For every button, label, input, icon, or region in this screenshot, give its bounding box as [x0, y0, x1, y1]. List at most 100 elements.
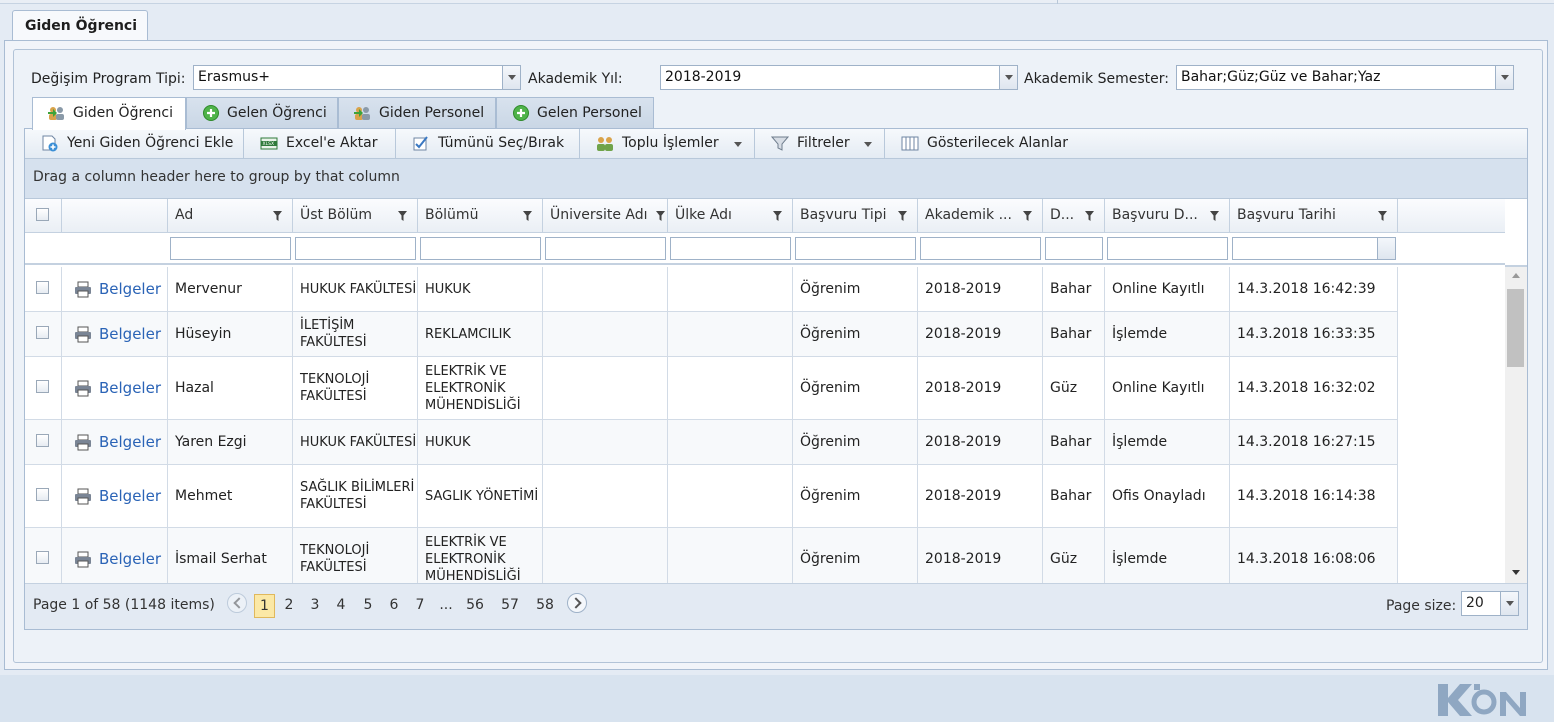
- chevron-down-icon[interactable]: [1377, 238, 1395, 259]
- filter-icon[interactable]: [1210, 211, 1219, 221]
- documents-link[interactable]: Belgeler: [68, 433, 161, 451]
- column-header-ulke[interactable]: Ülke Adı: [668, 199, 793, 233]
- chevron-down-icon[interactable]: [502, 66, 520, 89]
- scroll-up-icon[interactable]: [1512, 273, 1520, 278]
- column-header-ust-bolum[interactable]: Üst Bölüm: [293, 199, 418, 233]
- column-header-akademik[interactable]: Akademik ...: [918, 199, 1043, 233]
- cell-universite: [543, 528, 668, 583]
- page-ellipsis[interactable]: ...: [435, 594, 457, 618]
- filter-icon[interactable]: [656, 211, 665, 221]
- cell-akademik: 2018-2019: [918, 267, 1043, 311]
- table-row[interactable]: Belgeler Hazal TEKNOLOJİ FAKÜLTESİ ELEKT…: [25, 357, 1398, 420]
- page-button[interactable]: 6: [385, 594, 403, 618]
- column-header-basvuru-durumu[interactable]: Başvuru D...: [1105, 199, 1230, 233]
- academic-semester-combo[interactable]: Bahar;Güz;Güz ve Bahar;Yaz: [1176, 65, 1514, 90]
- checkbox[interactable]: [36, 551, 49, 564]
- export-excel-button[interactable]: XLSX Excel'e Aktar: [244, 129, 396, 158]
- page-button[interactable]: 57: [497, 594, 523, 618]
- filter-icon[interactable]: [773, 211, 782, 221]
- visible-columns-button[interactable]: Gösterilecek Alanlar: [885, 129, 1085, 158]
- filters-button[interactable]: Filtreler: [755, 129, 885, 158]
- table-row[interactable]: Belgeler Mehmet SAĞLIK BİLİMLERİ FAKÜLTE…: [25, 465, 1398, 528]
- cell-akademik: 2018-2019: [918, 312, 1043, 356]
- checkbox[interactable]: [36, 281, 49, 294]
- filter-input[interactable]: [795, 237, 916, 260]
- page-size-combo[interactable]: 20: [1461, 591, 1519, 616]
- column-header-basvuru-tarihi[interactable]: Başvuru Tarihi: [1230, 199, 1398, 233]
- filter-icon[interactable]: [523, 211, 532, 221]
- table-row[interactable]: Belgeler Mervenur HUKUK FAKÜLTESİ HUKUK …: [25, 267, 1398, 312]
- filter-input[interactable]: [545, 237, 666, 260]
- chevron-down-icon: [734, 142, 742, 147]
- table-row[interactable]: Belgeler Yaren Ezgi HUKUK FAKÜLTESİ HUKU…: [25, 420, 1398, 465]
- cell-ad: İsmail Serhat: [168, 528, 293, 583]
- filter-input[interactable]: [1045, 237, 1103, 260]
- page-button[interactable]: 3: [306, 594, 324, 618]
- filter-input[interactable]: [670, 237, 791, 260]
- checkbox[interactable]: [36, 380, 49, 393]
- column-header-universite[interactable]: Üniversite Adı: [543, 199, 668, 233]
- filter-icon[interactable]: [898, 211, 907, 221]
- add-circle-icon: [513, 105, 529, 121]
- documents-link[interactable]: Belgeler: [68, 280, 161, 298]
- page-button[interactable]: 2: [280, 594, 298, 618]
- filter-input[interactable]: [170, 237, 291, 260]
- header-scroll-spacer: [1505, 199, 1527, 267]
- select-all-button[interactable]: Tümünü Seç/Bırak: [396, 129, 580, 158]
- column-header-ad[interactable]: Ad: [168, 199, 293, 233]
- main-tab-giden-ogrenci[interactable]: Giden Öğrenci: [12, 10, 148, 44]
- scroll-down-icon[interactable]: [1512, 570, 1520, 575]
- bulk-actions-button[interactable]: Toplu İşlemler: [580, 129, 755, 158]
- filter-date-input[interactable]: [1232, 237, 1396, 260]
- filter-icon[interactable]: [273, 211, 282, 221]
- filter-icon[interactable]: [1023, 211, 1032, 221]
- column-header-label: D...: [1050, 207, 1075, 223]
- cell-universite: [543, 465, 668, 527]
- page-button[interactable]: 7: [411, 594, 429, 618]
- group-by-panel[interactable]: Drag a column header here to group by th…: [25, 159, 1527, 199]
- select-all-header[interactable]: [25, 199, 62, 233]
- page-button[interactable]: 58: [532, 594, 558, 618]
- printer-icon: [75, 551, 91, 567]
- filter-icon[interactable]: [1085, 211, 1094, 221]
- tab-gelen-ogrenci[interactable]: Gelen Öğrenci: [186, 97, 338, 129]
- academic-year-combo[interactable]: 2018-2019: [660, 65, 1018, 90]
- cell-bolumu: REKLAMCILIK: [418, 312, 543, 356]
- prev-page-icon[interactable]: [227, 593, 247, 613]
- filter-input[interactable]: [1107, 237, 1228, 260]
- documents-link[interactable]: Belgeler: [68, 379, 161, 397]
- tab-giden-ogrenci[interactable]: Giden Öğrenci: [32, 97, 186, 130]
- page-button-current[interactable]: 1: [254, 594, 275, 618]
- filter-icon[interactable]: [398, 211, 407, 221]
- checkbox[interactable]: [36, 208, 49, 221]
- page-button[interactable]: 5: [359, 594, 377, 618]
- cell-akademik: 2018-2019: [918, 357, 1043, 419]
- add-new-button[interactable]: Yeni Giden Öğrenci Ekle: [25, 129, 244, 158]
- page-button[interactable]: 56: [462, 594, 488, 618]
- documents-link[interactable]: Belgeler: [68, 550, 161, 568]
- column-header-donem[interactable]: D...: [1043, 199, 1105, 233]
- next-page-icon[interactable]: [567, 593, 587, 613]
- filter-input[interactable]: [420, 237, 541, 260]
- filter-input[interactable]: [295, 237, 416, 260]
- table-row[interactable]: Belgeler İsmail Serhat TEKNOLOJİ FAKÜLTE…: [25, 528, 1398, 583]
- chevron-down-icon[interactable]: [1500, 592, 1518, 615]
- checkbox[interactable]: [36, 434, 49, 447]
- filter-icon[interactable]: [1378, 211, 1387, 221]
- chevron-down-icon[interactable]: [999, 66, 1017, 89]
- column-header-bolumu[interactable]: Bölümü: [418, 199, 543, 233]
- checkbox[interactable]: [36, 488, 49, 501]
- filter-input[interactable]: [920, 237, 1041, 260]
- documents-link[interactable]: Belgeler: [68, 487, 161, 505]
- program-type-combo[interactable]: Erasmus+: [193, 65, 521, 90]
- tab-giden-personel[interactable]: Giden Personel: [338, 97, 496, 129]
- page-button[interactable]: 4: [332, 594, 350, 618]
- documents-link[interactable]: Belgeler: [68, 325, 161, 343]
- vertical-scrollbar[interactable]: [1505, 267, 1527, 583]
- chevron-down-icon[interactable]: [1495, 66, 1513, 89]
- tab-gelen-personel[interactable]: Gelen Personel: [496, 97, 654, 129]
- checkbox[interactable]: [36, 326, 49, 339]
- scroll-thumb[interactable]: [1507, 289, 1524, 367]
- column-header-basvuru-tipi[interactable]: Başvuru Tipi: [793, 199, 918, 233]
- table-row[interactable]: Belgeler Hüseyin İLETİŞİM FAKÜLTESİ REKL…: [25, 312, 1398, 357]
